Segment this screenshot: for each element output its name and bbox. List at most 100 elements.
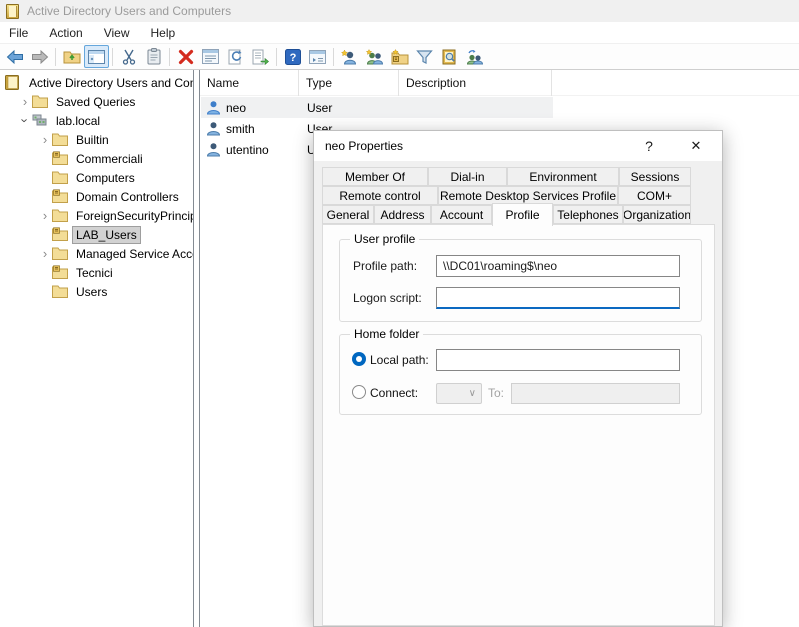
local-path-input[interactable] bbox=[436, 349, 680, 371]
chevron-down-icon: ∨ bbox=[469, 388, 476, 399]
new-user-button[interactable] bbox=[337, 45, 362, 68]
profile-path-input[interactable] bbox=[436, 255, 680, 277]
refresh-icon bbox=[228, 49, 244, 65]
connect-label: Connect: bbox=[370, 386, 418, 400]
paste-button[interactable] bbox=[141, 45, 166, 68]
tree-item-label: lab.local bbox=[53, 113, 103, 129]
window-titlebar: Active Directory Users and Computers bbox=[0, 0, 799, 22]
chevron-right-icon[interactable]: › bbox=[38, 132, 52, 147]
properties-dialog: neo Properties ? ✕ Member Of Dial-in Env… bbox=[313, 130, 723, 627]
menu-action[interactable]: Action bbox=[41, 23, 90, 43]
tab-profile[interactable]: Profile bbox=[492, 203, 553, 226]
list-row-neo[interactable]: neo User bbox=[201, 97, 553, 118]
menu-view[interactable]: View bbox=[96, 23, 138, 43]
tab-com-plus[interactable]: COM+ bbox=[618, 186, 691, 205]
dialog-close-button[interactable]: ✕ bbox=[676, 131, 716, 161]
console-tree: Active Directory Users and Computers › S… bbox=[0, 70, 194, 627]
find-button[interactable] bbox=[437, 45, 462, 68]
tree-item-lab-local[interactable]: › lab.local bbox=[0, 111, 194, 130]
tree-item-root[interactable]: Active Directory Users and Computers bbox=[0, 73, 194, 92]
tree-item-saved-queries[interactable]: › Saved Queries bbox=[0, 92, 194, 111]
user-icon bbox=[206, 121, 221, 136]
menu-bar: File Action View Help bbox=[0, 22, 799, 44]
local-path-radio[interactable] bbox=[352, 352, 366, 366]
toolbar-separator bbox=[169, 48, 170, 66]
connect-radio[interactable] bbox=[352, 385, 366, 399]
cut-button[interactable] bbox=[116, 45, 141, 68]
new-ou-button[interactable] bbox=[387, 45, 412, 68]
cell-name: utentino bbox=[226, 143, 269, 157]
tab-row-1: Member Of Dial-in Environment Sessions bbox=[322, 167, 691, 186]
back-button[interactable] bbox=[2, 45, 27, 68]
tab-telephones[interactable]: Telephones bbox=[553, 205, 623, 224]
group-label: User profile bbox=[350, 232, 419, 246]
filter-icon bbox=[416, 49, 433, 65]
user-icon bbox=[206, 142, 221, 157]
tree-item-builtin[interactable]: › Builtin bbox=[0, 130, 194, 149]
tree-item-commerciali[interactable]: Commerciali bbox=[0, 149, 194, 168]
refresh-button[interactable] bbox=[223, 45, 248, 68]
scissors-icon bbox=[121, 49, 137, 65]
folder-icon bbox=[52, 208, 68, 223]
tab-remote-control[interactable]: Remote control bbox=[322, 186, 438, 205]
tab-strip: Member Of Dial-in Environment Sessions R… bbox=[322, 167, 691, 224]
tab-member-of[interactable]: Member Of bbox=[322, 167, 428, 186]
forward-button[interactable] bbox=[27, 45, 52, 68]
tree-item-managed-service-accounts[interactable]: › Managed Service Accounts bbox=[0, 244, 194, 263]
new-ou-icon bbox=[391, 49, 409, 65]
tree-item-label: Managed Service Accounts bbox=[73, 246, 194, 262]
ou-folder-icon bbox=[52, 265, 68, 280]
help-button[interactable]: ? bbox=[280, 45, 305, 68]
tab-address[interactable]: Address bbox=[374, 205, 431, 224]
tree-item-lab-users[interactable]: LAB_Users bbox=[0, 225, 194, 244]
chevron-right-icon[interactable]: › bbox=[18, 94, 32, 109]
tab-environment[interactable]: Environment bbox=[507, 167, 619, 186]
tree-item-label: Saved Queries bbox=[53, 94, 138, 110]
logon-script-input[interactable] bbox=[436, 287, 680, 309]
dialog-help-button[interactable]: ? bbox=[629, 131, 669, 161]
new-group-button[interactable] bbox=[362, 45, 387, 68]
tab-general[interactable]: General bbox=[322, 205, 374, 224]
reset-users-button[interactable] bbox=[462, 45, 487, 68]
connect-drive-select[interactable]: ∨ bbox=[436, 383, 482, 404]
toolbar-separator bbox=[276, 48, 277, 66]
tree-item-foreign-security-principals[interactable]: › ForeignSecurityPrincipals bbox=[0, 206, 194, 225]
chevron-right-icon[interactable]: › bbox=[38, 208, 52, 223]
chevron-down-icon[interactable]: › bbox=[18, 114, 33, 128]
tree-item-users[interactable]: Users bbox=[0, 282, 194, 301]
properties-button[interactable] bbox=[198, 45, 223, 68]
tree-item-computers[interactable]: Computers bbox=[0, 168, 194, 187]
tab-sessions[interactable]: Sessions bbox=[619, 167, 691, 186]
export-list-button[interactable] bbox=[248, 45, 273, 68]
tab-account[interactable]: Account bbox=[431, 205, 492, 224]
folder-icon bbox=[52, 284, 68, 299]
tab-dial-in[interactable]: Dial-in bbox=[428, 167, 507, 186]
up-folder-icon bbox=[63, 49, 81, 65]
delete-button[interactable] bbox=[173, 45, 198, 68]
filter-button[interactable] bbox=[412, 45, 437, 68]
properties-icon bbox=[202, 49, 219, 64]
window-view-button[interactable] bbox=[305, 45, 330, 68]
show-console-tree-button[interactable] bbox=[84, 45, 109, 68]
ou-folder-icon bbox=[52, 189, 68, 204]
column-header-type[interactable]: Type bbox=[299, 70, 399, 96]
connect-to-input[interactable] bbox=[511, 383, 680, 404]
tree-item-label: Active Directory Users and Computers bbox=[26, 75, 194, 91]
tab-organization[interactable]: Organization bbox=[623, 205, 691, 224]
cell-name: neo bbox=[226, 101, 246, 115]
menu-file[interactable]: File bbox=[1, 23, 36, 43]
tree-item-tecnici[interactable]: Tecnici bbox=[0, 263, 194, 282]
up-one-level-button[interactable] bbox=[59, 45, 84, 68]
find-icon bbox=[441, 49, 458, 65]
column-header-description[interactable]: Description bbox=[399, 70, 552, 96]
tree-item-label: Tecnici bbox=[73, 265, 116, 281]
column-header-name[interactable]: Name bbox=[200, 70, 299, 96]
tree-item-domain-controllers[interactable]: Domain Controllers bbox=[0, 187, 194, 206]
chevron-right-icon[interactable]: › bbox=[38, 246, 52, 261]
toolbar-separator bbox=[55, 48, 56, 66]
svg-text:?: ? bbox=[289, 52, 296, 64]
tree-item-label: Commerciali bbox=[73, 151, 146, 167]
help-icon: ? bbox=[285, 49, 301, 65]
toolbar-separator bbox=[112, 48, 113, 66]
menu-help[interactable]: Help bbox=[143, 23, 184, 43]
